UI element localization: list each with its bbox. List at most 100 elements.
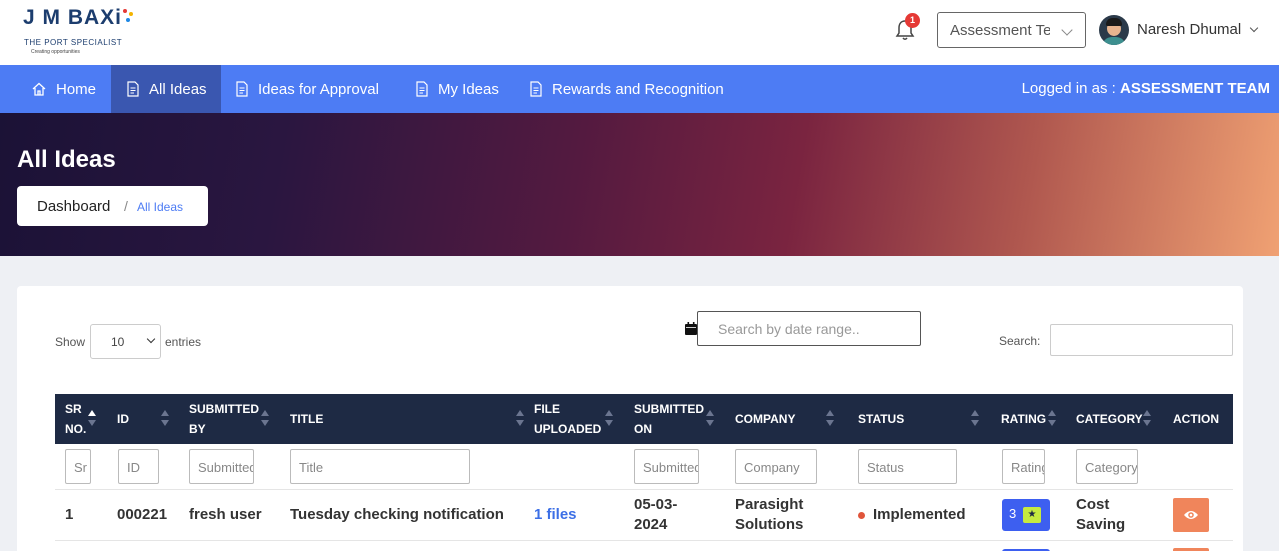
page-title: All Ideas [17, 146, 116, 173]
nav-label-rewards: Rewards and Recognition [552, 80, 724, 98]
page-hero: All Ideas Dashboard / All Ideas [0, 113, 1279, 256]
show-label: Show [55, 335, 86, 349]
cell-sr: 1 [65, 506, 74, 523]
cell-submitted-on-date: 05-03- [634, 496, 678, 513]
filter-title-input[interactable]: Title [290, 449, 470, 484]
logo-dots [123, 9, 135, 29]
date-range-input[interactable]: Search by date range.. [697, 311, 921, 346]
nav-label-my-ideas: My Ideas [438, 80, 499, 98]
sort-icon[interactable] [826, 410, 834, 428]
nav-label-all-ideas: All Ideas [149, 80, 207, 98]
entries-select[interactable]: 10 [90, 324, 161, 359]
rating-value: 3 [1009, 506, 1017, 521]
cell-submitted-by: fresh user [189, 506, 262, 523]
chevron-down-icon [146, 334, 156, 344]
logo-subline: Creating opportunities [31, 49, 80, 55]
breadcrumb-current: All Ideas [137, 200, 184, 214]
status-dot [858, 512, 865, 519]
logo-brand: J M BAXi [23, 6, 123, 29]
notification-badge: 1 [905, 13, 920, 28]
nav-item-ideas-for-approval[interactable]: Ideas for Approval [235, 65, 379, 113]
cell-submitted-on-year: 2024 [634, 516, 668, 533]
breadcrumb-dashboard[interactable]: Dashboard [37, 198, 110, 215]
filter-rating-input[interactable]: Rating [1002, 449, 1045, 484]
sort-icon[interactable] [706, 410, 714, 428]
breadcrumb: Dashboard / All Ideas [17, 186, 208, 226]
cell-category-line2: Saving [1076, 516, 1126, 533]
nav-item-my-ideas[interactable]: My Ideas [415, 65, 499, 113]
rating-badge: 3 ★ [1002, 499, 1050, 531]
table-row[interactable] [55, 541, 1233, 551]
col-rating[interactable]: RATING [1001, 394, 1046, 444]
sort-icon[interactable] [605, 410, 613, 428]
document-icon [530, 81, 542, 97]
entries-select-value: 10 [111, 335, 125, 349]
home-icon [32, 82, 46, 96]
avatar[interactable] [1099, 15, 1129, 45]
logged-in-info: Logged in as : ASSESSMENT TEAM [1022, 80, 1270, 97]
sort-icon[interactable] [1143, 410, 1151, 428]
filter-submitted-on-input[interactable]: Submitted On [634, 449, 699, 484]
sort-icon[interactable] [971, 410, 979, 428]
files-link[interactable]: 1 files [534, 505, 577, 525]
cell-title: Tuesday checking notification [290, 506, 504, 523]
cell-id: 000221 [117, 506, 168, 523]
table-filter-row: Sr ID Submitted By Title Submitted On Co… [55, 444, 1233, 490]
sort-icon[interactable] [88, 410, 96, 428]
chevron-down-icon[interactable] [1249, 23, 1259, 33]
sort-icon[interactable] [1048, 410, 1056, 428]
col-category[interactable]: CATEGORY [1076, 394, 1143, 444]
cell-category-line1: Cost [1076, 496, 1110, 513]
logged-in-prefix: Logged in as : [1021, 80, 1120, 97]
cell-company-line2: Solutions [735, 516, 804, 533]
filter-submitted-by-input[interactable]: Submitted By [189, 449, 254, 484]
chevron-down-icon [1061, 24, 1073, 36]
document-icon [127, 81, 139, 97]
search-input[interactable] [1050, 324, 1233, 356]
table-row[interactable]: 1 000221 fresh user Tuesday checking not… [55, 490, 1233, 541]
breadcrumb-separator: / [124, 198, 128, 214]
entries-label: entries [165, 335, 202, 349]
col-title[interactable]: TITLE [290, 394, 323, 444]
main-nav: Home All Ideas Ideas for Approval My Ide… [0, 65, 1279, 113]
role-select[interactable]: Assessment Team [937, 12, 1086, 48]
filter-sr-input[interactable]: Sr [65, 449, 91, 484]
star-icon: ★ [1023, 507, 1041, 523]
col-company[interactable]: COMPANY [735, 394, 795, 444]
col-id[interactable]: ID [117, 394, 129, 444]
calendar-icon [685, 322, 697, 335]
status-badge: Implemented [873, 506, 966, 523]
document-icon [236, 81, 248, 97]
table-header: SR NO. ID SUBMITTED BY TITLE FILE UPLOADED … [55, 394, 1233, 444]
nav-label-home: Home [56, 80, 97, 98]
col-submitted-by[interactable]: SUBMITTED BY [189, 394, 259, 444]
col-status[interactable]: STATUS [858, 394, 904, 444]
col-submitted-on[interactable]: SUBMITTED ON [634, 394, 704, 444]
eye-icon [1184, 511, 1198, 519]
company-logo[interactable]: J M BAXi THE PORT SPECIALIST Creating op… [23, 6, 133, 58]
filter-company-input[interactable]: Company [735, 449, 817, 484]
sort-icon[interactable] [261, 410, 269, 428]
col-file-uploaded[interactable]: FILE UPLOADED [534, 394, 601, 444]
filter-category-input[interactable]: Category [1076, 449, 1138, 484]
cell-company-line1: Parasight [735, 496, 804, 513]
view-button[interactable] [1173, 498, 1209, 532]
logo-tagline: THE PORT SPECIALIST [24, 38, 123, 47]
search-label: Search: [999, 334, 1041, 348]
sort-icon[interactable] [516, 410, 524, 428]
top-header: J M BAXi THE PORT SPECIALIST Creating op… [0, 0, 1279, 65]
nav-label-ideas-for-approval: Ideas for Approval [258, 80, 379, 98]
sort-icon[interactable] [161, 410, 169, 428]
col-action: ACTION [1173, 412, 1219, 426]
document-icon [416, 81, 428, 97]
logged-in-role: ASSESSMENT TEAM [1119, 80, 1270, 97]
date-range-placeholder: Search by date range.. [718, 321, 860, 337]
nav-item-home[interactable]: Home [0, 65, 111, 113]
nav-item-all-ideas[interactable]: All Ideas [111, 65, 221, 113]
role-select-value: Assessment Team [950, 22, 1050, 39]
user-name[interactable]: Naresh Dhumal [1137, 21, 1241, 38]
col-sr-no[interactable]: SR NO. [65, 394, 105, 444]
filter-status-input[interactable]: Status [858, 449, 957, 484]
nav-item-rewards[interactable]: Rewards and Recognition [529, 65, 724, 113]
filter-id-input[interactable]: ID [118, 449, 159, 484]
